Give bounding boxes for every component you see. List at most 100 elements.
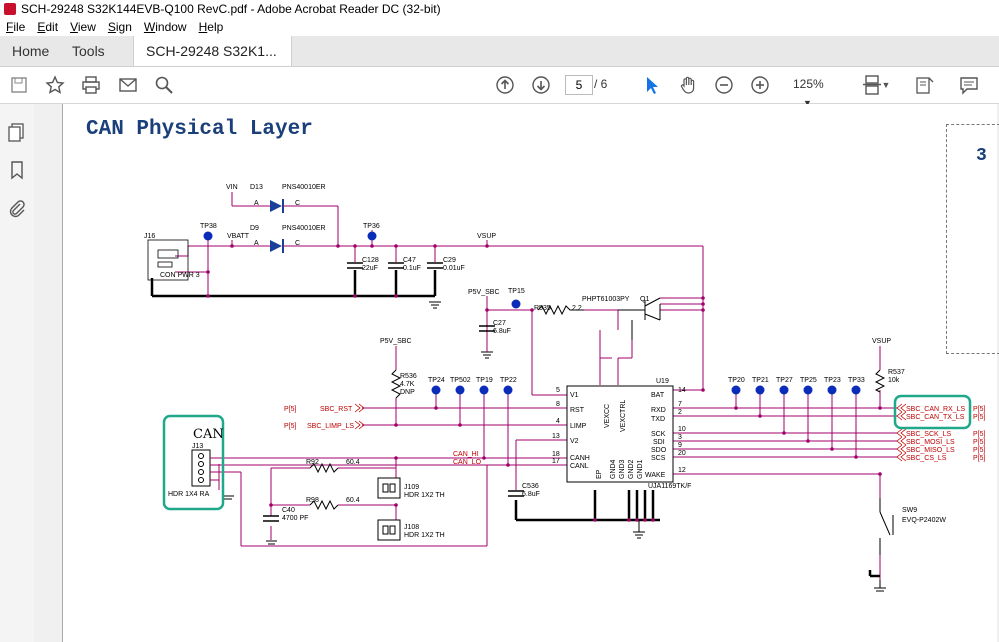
label-pn2: PNS40010ER: [282, 225, 326, 232]
net-can-lo: CAN_LO: [453, 459, 482, 466]
label-evq: EVQ-P2402W: [902, 517, 946, 524]
label-vin: VIN: [226, 184, 238, 191]
label-hdr-1x2-b: HDR 1X2 TH: [404, 532, 445, 539]
label-tp22: TP22: [500, 377, 517, 384]
net-can-hi: CAN_HI: [453, 451, 479, 458]
pinnum-10: 10: [678, 426, 686, 433]
net-sbc-limp-ls: SBC_LIMP_LS: [307, 423, 354, 430]
pin-rst: RST: [570, 407, 585, 414]
label-p5v-sbc: P5V_SBC: [468, 289, 500, 296]
net-sbc-can-rx: SBC_CAN_RX_LS: [906, 406, 965, 413]
net-sbc-can-tx: SBC_CAN_TX_LS: [906, 414, 965, 421]
label-r535: R535: [534, 305, 551, 312]
pin-vexctrl: VEXCTRL: [620, 400, 627, 432]
label-phpt: PHPT61003PY: [582, 296, 630, 303]
label-conpwr: CON PWR 3: [160, 272, 200, 279]
label-vbatt: VBATT: [227, 233, 250, 240]
label-vsup-2: VSUP: [872, 338, 891, 345]
label-dnp: DNP: [400, 389, 415, 396]
net-sbc-sck: SBC_SCK_LS: [906, 431, 951, 438]
pinnum-4: 4: [556, 418, 560, 425]
label-c29v: 0.01uF: [443, 265, 465, 272]
pinnum-7: 7: [678, 401, 682, 408]
pin-gnd4: GND4: [610, 459, 617, 479]
pinnum-5: 5: [556, 387, 560, 394]
label-c47v: 0.1uF: [403, 265, 421, 272]
label-r537: R537: [888, 369, 905, 376]
label-tp23: TP23: [824, 377, 841, 384]
schematic-labels: VIN D13 PNS40010ER A C D9 PNS40010ER A C…: [144, 184, 986, 539]
net-ref-p5-rst: P[5]: [284, 406, 297, 413]
net-ref-p5-limp: P[5]: [284, 423, 297, 430]
label-a1: A: [254, 200, 259, 207]
label-c1: C: [295, 200, 300, 207]
label-a2: A: [254, 240, 259, 247]
pin-sck: SCK: [651, 431, 666, 438]
label-tp19: TP19: [476, 377, 493, 384]
label-r92v: 60.4: [346, 459, 360, 466]
label-u19: U19: [656, 378, 669, 385]
label-d9: D9: [250, 225, 259, 232]
pin-gnd2: GND2: [628, 459, 635, 479]
label-q1: Q1: [640, 296, 649, 303]
pin-rxd: RXD: [651, 407, 666, 414]
label-sw9: SW9: [902, 507, 917, 514]
net-ref-can-rx: P[5]: [973, 406, 986, 413]
pinnum-18: 18: [552, 451, 560, 458]
label-j13: J13: [192, 443, 203, 450]
label-r98: R98: [306, 497, 319, 504]
label-tp27: TP27: [776, 377, 793, 384]
label-hdr-1x4: HDR 1X4 RA: [168, 491, 210, 498]
net-ref-mosi: P[5]: [973, 439, 986, 446]
net-sbc-rst: SBC_RST: [320, 406, 353, 413]
net-ref-miso: P[5]: [973, 447, 986, 454]
can-section-label: CAN: [193, 427, 224, 442]
label-j16: J16: [144, 233, 155, 240]
label-tp24: TP24: [428, 377, 445, 384]
pin-v2: V2: [570, 438, 579, 445]
pin-ep: EP: [596, 469, 603, 479]
label-tp33: TP33: [848, 377, 865, 384]
label-tp502: TP502: [450, 377, 471, 384]
pinnum-14: 14: [678, 387, 686, 394]
label-uja1169: UJA1169TK/F: [648, 483, 691, 490]
pinnum-20: 20: [678, 450, 686, 457]
label-c47: C47: [403, 257, 416, 264]
pin-gnd3: GND3: [619, 459, 626, 479]
schematic-drawing: VIN D13 PNS40010ER A C D9 PNS40010ER A C…: [144, 184, 986, 592]
label-pn1: PNS40010ER: [282, 184, 326, 191]
pinnum-17: 17: [552, 458, 560, 465]
pinnum-9: 9: [678, 442, 682, 449]
label-c536v: 6.8uF: [522, 491, 540, 498]
pin-txd: TXD: [651, 416, 665, 423]
label-c29: C29: [443, 257, 456, 264]
net-sbc-mosi: SBC_MOSI_LS: [906, 439, 955, 446]
pin-gnd1: GND1: [637, 459, 644, 479]
switch-sw9: [879, 498, 894, 555]
label-j109: J109: [404, 484, 419, 491]
pinnum-13: 13: [552, 433, 560, 440]
pin-wake: WAKE: [645, 472, 666, 479]
pin-bat: BAT: [651, 392, 665, 399]
ground-symbols: [222, 301, 886, 592]
net-sbc-miso: SBC_MISO_LS: [906, 447, 955, 454]
label-tp21: TP21: [752, 377, 769, 384]
pinnum-2: 2: [678, 409, 682, 416]
label-r537v: 10k: [888, 377, 900, 384]
label-tp25: TP25: [800, 377, 817, 384]
label-c128v: 22uF: [362, 265, 378, 272]
label-c536: C536: [522, 483, 539, 490]
net-sbc-cs: SBC_CS_LS: [906, 455, 947, 462]
can-header-j13: [191, 449, 219, 487]
label-tp36: TP36: [363, 223, 380, 230]
label-tp20: TP20: [728, 377, 745, 384]
label-c40: C40: [282, 507, 295, 514]
label-vsup: VSUP: [477, 233, 496, 240]
net-ref-cs: P[5]: [973, 455, 986, 462]
pin-sdi: SDI: [653, 439, 665, 446]
label-c27v: 6.8uF: [493, 328, 511, 335]
label-c128: C128: [362, 257, 379, 264]
label-tp38: TP38: [200, 223, 217, 230]
pinnum-12: 12: [678, 467, 686, 474]
pin-v1: V1: [570, 392, 579, 399]
